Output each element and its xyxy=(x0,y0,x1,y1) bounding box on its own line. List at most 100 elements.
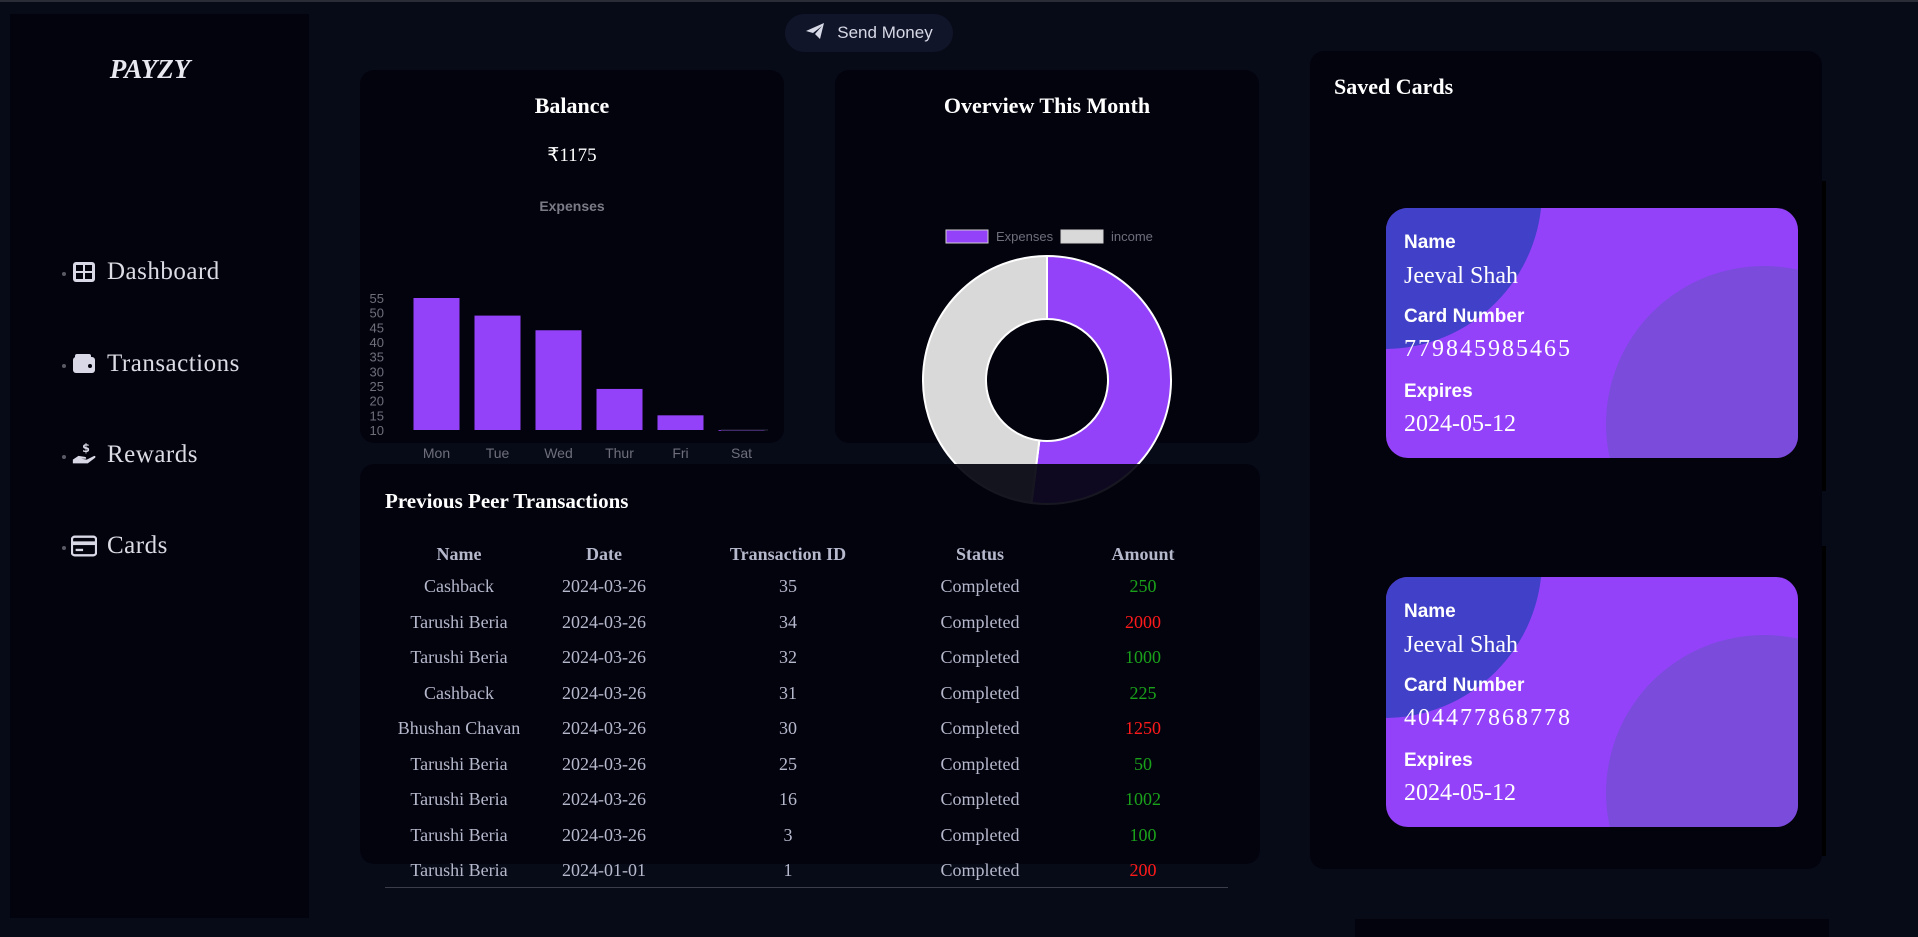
sidebar-item-label: Cards xyxy=(107,532,168,559)
table-cell-id: 32 xyxy=(779,647,797,667)
hand-coin-icon: $ xyxy=(71,442,97,468)
bar-tue xyxy=(474,315,521,430)
table-cell-name: Tarushi Beria xyxy=(410,824,508,845)
transactions-panel: Previous Peer Transactions Name Date Trans… xyxy=(360,464,1260,888)
card-holder-name: Jeeval Shah xyxy=(1404,263,1518,289)
sidebar: PAYZY Dashboard Transactions $ Rewards C… xyxy=(10,14,309,918)
table-cell-name: Bhushan Chavan xyxy=(397,718,521,738)
table-cell-name: Tarushi Beria xyxy=(410,753,508,774)
legend-item-expenses[interactable]: Expenses xyxy=(945,229,1054,244)
sidebar-item-label: Transactions xyxy=(107,350,240,377)
table-cell-amount: 200 xyxy=(1129,860,1157,880)
overview-panel: Overview This Month Expenses income xyxy=(835,70,1259,505)
table-cell-name: Tarushi Beria xyxy=(410,647,508,667)
card-decoration xyxy=(1606,266,1798,458)
column-header: Transaction ID xyxy=(729,544,847,564)
table-cell-amount: 250 xyxy=(1129,576,1157,596)
table-divider xyxy=(385,887,1228,888)
card-decoration xyxy=(1606,635,1798,827)
legend-item-income[interactable]: income xyxy=(1060,229,1153,244)
table-cell-status: Completed xyxy=(940,753,1020,774)
x-tick-label: Sat xyxy=(731,445,752,461)
bar-mon xyxy=(413,298,460,430)
bar-fri xyxy=(657,415,704,430)
table-cell-name: Tarushi Beria xyxy=(410,789,508,809)
legend-swatch xyxy=(945,229,989,244)
table-cell-date: 2024-03-26 xyxy=(562,753,646,774)
table-cell-id: 35 xyxy=(779,576,797,596)
table-cell-id: 34 xyxy=(779,611,797,632)
table-cell-amount: 1002 xyxy=(1125,789,1161,809)
send-money-button[interactable]: Send Money xyxy=(785,14,953,52)
balance-amount: ₹1175 xyxy=(547,145,597,166)
card-name-label: Name xyxy=(1404,232,1456,253)
table-cell-amount: 225 xyxy=(1129,682,1157,703)
table-cell-id: 3 xyxy=(783,824,793,845)
panel-edge xyxy=(1822,181,1826,491)
table-cell-status: Completed xyxy=(940,860,1020,880)
table-cell-name: Cashback xyxy=(424,576,494,596)
card-number: 779845985465 xyxy=(1404,336,1572,362)
table-cell-status: Completed xyxy=(940,682,1020,703)
table-cell-date: 2024-03-26 xyxy=(562,576,646,596)
expenses-bar-chart: 10152025303540455055 Mon Tue Wed Thur Fri Sat xyxy=(370,291,768,461)
y-tick-label: 45 xyxy=(370,320,384,335)
balance-panel: Balance ₹1175 Expenses 10 15 20 25 30 35 40 45 5… xyxy=(360,70,784,461)
y-tick-label: 10 xyxy=(370,423,384,438)
card-expires-label: Expires xyxy=(1404,381,1473,402)
saved-card[interactable]: Name Jeeval Shah Card Number 77984598546… xyxy=(1386,208,1798,458)
sidebar-item-label: Dashboard xyxy=(107,258,220,285)
table-cell-date: 2024-03-26 xyxy=(562,789,646,809)
legend-swatch xyxy=(1060,229,1104,244)
table-cell-date: 2024-03-26 xyxy=(562,718,646,738)
table-cell-id: 16 xyxy=(779,789,797,809)
overview-title: Overview This Month xyxy=(943,93,1151,118)
app-logo: PAYZY xyxy=(109,54,191,84)
column-header: Date xyxy=(586,544,622,564)
table-cell-date: 2024-03-26 xyxy=(562,682,646,703)
paper-plane-icon xyxy=(805,22,825,45)
table-cell-amount: 1000 xyxy=(1125,647,1161,667)
table-cell-date: 2024-01-01 xyxy=(562,860,646,880)
table-cell-date: 2024-03-26 xyxy=(562,647,646,667)
x-tick-label: Thur xyxy=(605,445,634,461)
sidebar-item-cards[interactable]: Cards xyxy=(62,532,168,560)
credit-card-icon xyxy=(71,533,97,559)
send-money-label: Send Money xyxy=(837,23,933,42)
expenses-chart-title: Expenses xyxy=(539,198,605,214)
wallet-icon xyxy=(71,351,97,377)
svg-text:$: $ xyxy=(82,442,90,455)
card-expires-label: Expires xyxy=(1404,750,1473,771)
saved-card[interactable]: Name Jeeval Shah Card Number 40447786877… xyxy=(1386,577,1798,827)
column-header: Name xyxy=(436,544,482,564)
lower-panel-edge xyxy=(1355,919,1829,937)
table-cell-status: Completed xyxy=(940,576,1020,596)
y-tick-label: 40 xyxy=(370,335,384,350)
sidebar-item-label: Rewards xyxy=(107,441,198,468)
card-expiry: 2024-05-12 xyxy=(1404,411,1516,437)
legend-label: income xyxy=(1111,229,1153,244)
column-header: Status xyxy=(955,544,1004,564)
legend-label: Expenses xyxy=(996,229,1054,244)
table-cell-status: Completed xyxy=(940,718,1020,738)
table-cell-name: Tarushi Beria xyxy=(410,860,508,880)
y-tick-label: 55 xyxy=(370,291,384,306)
table-cell-id: 30 xyxy=(779,718,797,738)
table-cell-name: Tarushi Beria xyxy=(410,611,508,632)
card-number-label: Card Number xyxy=(1404,675,1525,696)
table-cell-date: 2024-03-26 xyxy=(562,824,646,845)
sidebar-item-transactions[interactable]: Transactions xyxy=(62,350,240,378)
y-tick-label: 50 xyxy=(370,306,384,321)
card-name-label: Name xyxy=(1404,601,1456,622)
sidebar-item-rewards[interactable]: $ Rewards xyxy=(62,441,198,469)
sidebar-item-dashboard[interactable]: Dashboard xyxy=(62,258,220,286)
bar-thur xyxy=(596,388,643,430)
saved-cards-panel: Saved Cards Name Jeeval Shah Card Number… xyxy=(1310,51,1826,869)
window-top-border xyxy=(0,0,1918,2)
table-cell-id: 25 xyxy=(779,753,797,774)
table-cell-amount: 100 xyxy=(1129,824,1157,845)
y-tick-label: 25 xyxy=(370,379,384,394)
table-cell-date: 2024-03-26 xyxy=(562,611,646,632)
card-number: 404477868778 xyxy=(1404,705,1572,731)
x-tick-label: Fri xyxy=(672,445,688,461)
